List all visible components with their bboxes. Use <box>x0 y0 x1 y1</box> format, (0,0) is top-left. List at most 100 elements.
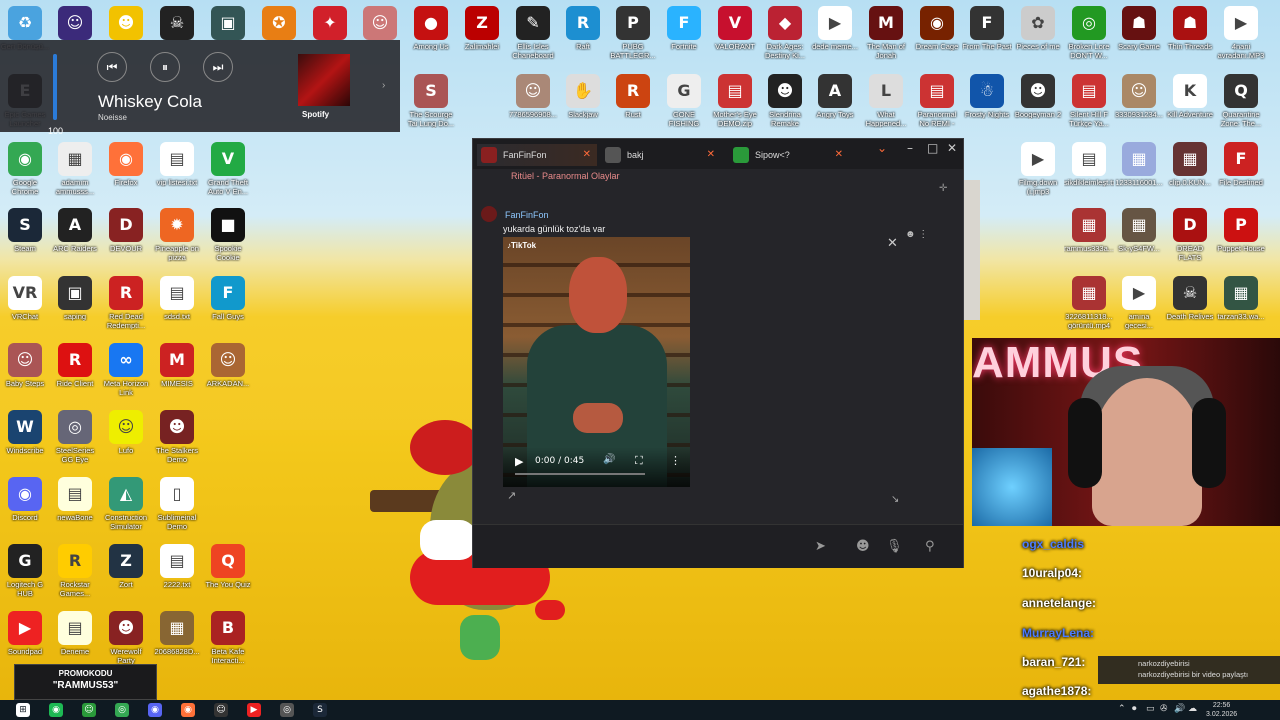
desktop-icon[interactable]: D DREAD FLATS <box>1165 208 1215 262</box>
desktop-icon[interactable]: ☺ 3330931234... <box>1114 74 1164 119</box>
desktop-icon[interactable]: ◎ Broken Lore DON'T W... <box>1064 6 1114 60</box>
taskbar-app-icon[interactable]: ☺ <box>82 703 96 717</box>
more-options-icon[interactable]: ⋮ <box>670 454 681 467</box>
desktop-icon[interactable]: ☻ Slendrina Remake <box>760 74 810 128</box>
desktop-icon[interactable]: V VALORANT <box>710 6 760 51</box>
send-icon[interactable]: ➤ <box>815 539 826 554</box>
desktop-icon[interactable]: ▶ 4nani avradanı.MP3 <box>1216 6 1266 60</box>
clock[interactable]: 22:56 3.02.2026 <box>1206 701 1237 719</box>
desktop-icon[interactable]: ▣ <box>203 6 253 42</box>
desktop-icon[interactable]: R Ride Client <box>50 343 100 388</box>
desktop-icon[interactable]: ▶ Filmg.down (i.jmp3 <box>1013 142 1063 196</box>
desktop-icon[interactable]: V Grand Theft Auto V En... <box>203 142 253 196</box>
desktop-icon[interactable]: Q The You Quiz <box>203 544 253 589</box>
taskbar-app-icon[interactable]: ▶ <box>247 703 261 717</box>
desktop-icon[interactable]: F File Destined <box>1216 142 1266 187</box>
desktop-icon[interactable]: R Rockstar Games... <box>50 544 100 598</box>
desktop-icon[interactable]: Q Quarantine Zone: The... <box>1216 74 1266 128</box>
desktop-icon[interactable]: ✹ Pineapple on pizza <box>152 208 202 262</box>
desktop-icon[interactable]: ◎ SteelSeries GG Eye Tracker <box>50 410 100 464</box>
desktop-icon[interactable]: ▯ Sublimeinal Demo <box>152 477 202 531</box>
close-icon[interactable]: ✕ <box>835 144 843 166</box>
close-icon[interactable]: ✕ <box>707 144 715 166</box>
desktop-icon[interactable]: ☗ Scary Game <box>1114 6 1164 51</box>
message-author[interactable]: FanFinFon <box>505 210 549 220</box>
desktop-icon[interactable]: ▤ sikdikleimleşt.txt <box>1064 142 1114 187</box>
tab-sipow[interactable]: Sipow<? ✕ <box>729 144 849 166</box>
desktop-icon[interactable]: ☻ The Stalkers Demo <box>152 410 202 464</box>
desktop-icon[interactable]: ✿ Pieces of me <box>1013 6 1063 51</box>
desktop-icon[interactable]: ☺ Lufo <box>101 410 151 455</box>
taskbar-app-icon[interactable]: ◉ <box>181 703 195 717</box>
desktop-icon[interactable]: ◭ Construction Simulator <box>101 477 151 531</box>
desktop-icon[interactable]: ▤ newaBone <box>50 477 100 522</box>
desktop-icon[interactable]: ∞ Meta Horizon Link <box>101 343 151 397</box>
desktop-icon[interactable]: ◉ Discord <box>0 477 50 522</box>
desktop-icon[interactable]: ☗ Thin Threads <box>1165 6 1215 51</box>
close-window-button[interactable]: ✕ <box>947 141 957 155</box>
desktop-icon[interactable]: ▶ dede meme... <box>810 6 860 51</box>
desktop-icon[interactable]: ✋ Slackjaw <box>558 74 608 119</box>
desktop-icon[interactable]: L What Happened... <box>861 74 911 128</box>
desktop-icon[interactable]: ☺ ARKADAN... <box>203 343 253 388</box>
video-player[interactable]: ♪TikTok ▶ 0:00 / 0:45 🔊 ⛶ ⋮ <box>503 237 690 487</box>
desktop-icon[interactable]: ▦ 20686828D... <box>152 611 202 656</box>
desktop-icon[interactable]: Z Zalimahlei <box>457 6 507 51</box>
desktop-icon[interactable]: ● Among Us <box>406 6 456 51</box>
desktop-icon[interactable]: M MIMESIS <box>152 343 202 388</box>
location-icon[interactable]: ⚲ <box>925 539 935 554</box>
desktop-icon[interactable]: ▦ 1233116001... <box>1114 142 1164 187</box>
previous-track-button[interactable]: ⏮ <box>97 52 127 82</box>
tab-bakj[interactable]: bakj ✕ <box>601 144 721 166</box>
tray-icon[interactable]: ☁ <box>1188 704 1197 714</box>
desktop-icon[interactable]: F Fall Guys <box>203 276 253 321</box>
desktop-icon[interactable]: ▤ Deneme <box>50 611 100 656</box>
fullscreen-icon[interactable]: ⛶ <box>635 454 643 468</box>
tray-icon[interactable]: ⌃ <box>1118 704 1126 714</box>
tab-fanfinfon[interactable]: FanFinFon ✕ <box>477 144 597 166</box>
desktop-icon[interactable]: ✎ Ellis Isles Chaneboard <box>508 6 558 60</box>
microphone-icon[interactable]: 🎙 <box>886 539 903 554</box>
desktop-icon[interactable]: ▦ adamım ammusss... <box>50 142 100 196</box>
desktop-icon[interactable]: R Rust <box>608 74 658 119</box>
desktop-icon[interactable]: A ARC Raiders <box>50 208 100 253</box>
desktop-icon[interactable]: ☠ Death Relives <box>1165 276 1215 321</box>
desktop-icon[interactable]: ▶ Soundpad <box>0 611 50 656</box>
desktop-icon[interactable]: ▣ saping <box>50 276 100 321</box>
desktop-icon[interactable]: ■ Spookie Cookie <box>203 208 253 262</box>
play-icon[interactable]: ▶ <box>515 455 523 468</box>
desktop-icon[interactable]: A Angry Toys <box>810 74 860 119</box>
next-track-button[interactable]: ⏭ <box>203 52 233 82</box>
desktop-icon[interactable]: ☃ Frosty Nights <box>962 74 1012 119</box>
taskbar-app-icon[interactable]: ◎ <box>280 703 294 717</box>
desktop-icon[interactable]: ▦ 3226811318... görüntü.mp4 <box>1064 276 1114 330</box>
desktop-icon[interactable]: R Raft <box>558 6 608 51</box>
desktop-icon[interactable]: ☺ <box>355 6 405 42</box>
tray-icon[interactable]: ⏺ <box>1132 704 1137 714</box>
desktop-icon[interactable]: ▤ Silent Hill F Türkçe Ya... <box>1064 74 1114 128</box>
desktop-icon[interactable]: G GONE FISHING <box>659 74 709 128</box>
pause-button[interactable]: ⏸ <box>150 52 180 82</box>
desktop-icon[interactable]: ▤ Paranormal No REMI - Fil... <box>912 74 962 128</box>
desktop-icon[interactable]: F Fortnite <box>659 6 709 51</box>
desktop-icon[interactable]: ▦ rammus333a... <box>1064 208 1114 253</box>
desktop-icon[interactable]: B Beta Kafe Interacti... <box>203 611 253 665</box>
desktop-icon[interactable]: ▦ Sk-yS4FW... <box>1114 208 1164 253</box>
desktop-icon[interactable]: ◉ Dream Cage <box>912 6 962 51</box>
desktop-icon[interactable]: ☺ Baby Steps <box>0 343 50 388</box>
video-progress-bar[interactable] <box>515 473 645 475</box>
message-options-icon[interactable]: ☻ ⋮ <box>905 229 928 240</box>
desktop-icon[interactable]: ▤ Mother's Eye DEMO.zip <box>710 74 760 128</box>
desktop-icon[interactable]: ☻ Boogeyman 2 <box>1013 74 1063 119</box>
desktop-icon[interactable]: ✪ <box>254 6 304 42</box>
close-icon[interactable]: ✕ <box>583 144 591 166</box>
desktop-icon[interactable]: ☠ <box>152 6 202 42</box>
external-link-icon[interactable]: ↗ <box>507 489 516 502</box>
taskbar-app-icon[interactable]: ☺ <box>214 703 228 717</box>
message-input-bar[interactable]: ➤ ☻ 🎙 ⚲ <box>473 524 963 568</box>
desktop-icon[interactable]: ▦ tarzan33.wa... <box>1216 276 1266 321</box>
desktop-icon[interactable]: ▤ 2222.txt <box>152 544 202 589</box>
volume-slider[interactable]: 100 <box>48 54 63 144</box>
desktop-icon[interactable]: W Windscribe <box>0 410 50 455</box>
desktop-icon[interactable]: ◆ Dark Ages: Destiny Ki... <box>760 6 810 60</box>
